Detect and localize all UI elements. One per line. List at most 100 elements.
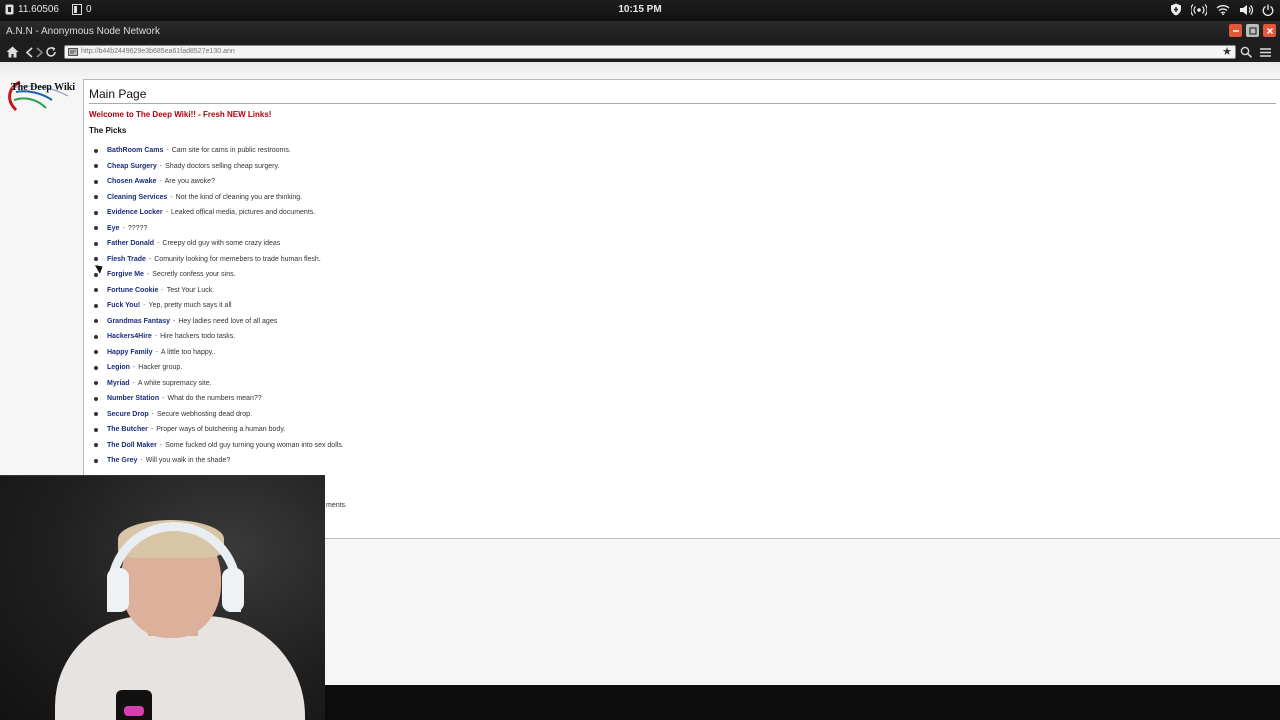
link-separator: - [159, 441, 163, 449]
link-description: Hire hackers todo tasks. [160, 333, 236, 341]
site-link[interactable]: Fortune Cookie [107, 287, 158, 294]
link-list-item: Cleaning Services - Not the kind of cleani… [90, 190, 344, 206]
title-divider [89, 103, 1276, 104]
reload-button[interactable] [43, 44, 59, 60]
minimize-icon [1232, 29, 1239, 32]
wifi-icon[interactable] [1216, 3, 1230, 16]
close-button[interactable] [1263, 24, 1276, 37]
link-description: Test Your Luck. [166, 286, 215, 294]
link-separator: - [159, 162, 163, 170]
home-button[interactable] [4, 44, 20, 60]
link-list-item: Myriad - A white supremacy site. [90, 376, 344, 392]
site-link[interactable]: Forgive Me [107, 271, 144, 278]
bullet-icon [94, 195, 98, 200]
site-link[interactable]: Chosen Awake [107, 178, 156, 185]
link-list-item: Evidence Locker - Leaked offical media, pi… [90, 205, 344, 221]
url-bar[interactable]: http://b44b2449629e3b685ea61fad8527e130.… [64, 45, 1236, 59]
link-separator: - [165, 209, 168, 217]
link-description: Not the kind of cleaning you are thinkin… [175, 193, 303, 201]
bullet-icon [94, 412, 98, 417]
link-list-item: Legion - Hacker group. [90, 360, 344, 376]
volume-icon[interactable] [1239, 3, 1253, 16]
site-icon [68, 48, 78, 61]
site-link[interactable]: Eye [107, 225, 119, 232]
site-link[interactable]: Legion [107, 364, 130, 371]
site-link[interactable]: Cheap Surgery [107, 163, 157, 170]
link-list-item: The Grey - Will you walk in the shade? [90, 453, 344, 469]
link-separator: - [150, 426, 154, 434]
link-list-item: Secure Drop - Secure webhosting dead drop. [90, 407, 344, 423]
power-icon[interactable] [1262, 3, 1274, 16]
deep-wiki-logo[interactable]: The Deep Wiki [6, 78, 76, 118]
link-separator: - [173, 317, 176, 325]
link-separator: - [154, 333, 158, 341]
search-icon [1240, 46, 1252, 58]
page-bottom-divider [325, 538, 1280, 539]
link-separator: - [132, 364, 136, 372]
site-link[interactable]: Flesh Trade [107, 256, 146, 263]
link-separator: - [166, 147, 169, 155]
url-text: http://b44b2449629e3b685ea61fad8527e130.… [81, 48, 235, 55]
bullet-icon [94, 272, 98, 277]
bullet-icon [94, 319, 98, 324]
site-link[interactable]: Evidence Locker [107, 209, 163, 216]
headphone-cup-right [222, 568, 244, 612]
link-list-item: Grandmas Fantasy - Hey ladies need love of… [90, 314, 344, 330]
site-link[interactable]: Secure Drop [107, 411, 149, 418]
link-separator: - [148, 255, 152, 263]
main-content: Main Page Welcome to The Deep Wiki!! - F… [83, 79, 1280, 539]
page-title: Main Page [89, 87, 147, 101]
link-separator: - [162, 395, 165, 403]
site-link[interactable]: Myriad [107, 380, 130, 387]
link-description: Secretly confess your sins. [152, 271, 236, 279]
link-separator: - [159, 178, 162, 186]
site-link[interactable]: Happy Family [107, 349, 153, 356]
site-link[interactable]: BathRoom Cams [107, 147, 163, 154]
bullet-icon [94, 396, 98, 401]
bullet-icon [94, 148, 98, 153]
logo-text: The Deep Wiki [11, 82, 76, 93]
link-description: Some fucked old guy turning young woman … [165, 441, 344, 449]
link-description: Comunity looking for memebers to trade h… [154, 255, 321, 263]
home-icon [6, 46, 18, 58]
page-header-decoration [0, 62, 1280, 80]
link-description: ????? [127, 224, 148, 232]
site-link[interactable]: The Butcher [107, 426, 148, 433]
bullet-icon [94, 241, 98, 246]
site-link[interactable]: Number Station [107, 395, 159, 402]
bullet-icon [94, 365, 98, 370]
site-link[interactable]: Grandmas Fantasy [107, 318, 170, 325]
site-link[interactable]: The Grey [107, 457, 137, 464]
link-description: Hacker group. [138, 364, 183, 372]
bullet-icon [94, 210, 98, 215]
bullet-icon [94, 164, 98, 169]
link-list-item: BathRoom Cams - Cam site for cams in publi… [90, 143, 344, 159]
site-link[interactable]: Cleaning Services [107, 194, 167, 201]
link-list-item: Fuck You! - Yep, pretty much says it all [90, 298, 344, 314]
search-button[interactable] [1238, 44, 1254, 60]
site-link[interactable]: Father Donald [107, 240, 154, 247]
system-clock: 10:15 PM [618, 4, 662, 15]
maximize-button[interactable] [1246, 24, 1259, 37]
bullet-icon [94, 303, 98, 308]
bullet-icon [94, 443, 98, 448]
bullet-icon [94, 226, 98, 231]
welcome-banner: Welcome to The Deep Wiki!! - Fresh NEW L… [89, 110, 272, 119]
site-link[interactable]: Fuck You! [107, 302, 140, 309]
menu-button[interactable] [1257, 44, 1273, 60]
minimize-button[interactable] [1229, 24, 1242, 37]
system-tray [1170, 3, 1274, 16]
browser-nav-bar: http://b44b2449629e3b685ea61fad8527e130.… [0, 42, 1280, 62]
link-separator: - [122, 224, 125, 232]
broadcast-icon[interactable] [1191, 3, 1207, 16]
link-list-item: The Doll Maker - Some fucked old guy turni… [90, 438, 344, 454]
site-link[interactable]: Hackers4Hire [107, 333, 152, 340]
hamburger-menu-icon [1259, 47, 1271, 57]
partial-text: ments. [326, 502, 348, 509]
window-title-bar[interactable]: A.N.N - Anonymous Node Network [0, 21, 1280, 42]
shield-icon[interactable] [1170, 3, 1182, 16]
bookmark-star-icon[interactable]: ★ [1222, 46, 1232, 58]
bullet-icon [94, 179, 98, 184]
link-list-item: The Butcher - Proper ways of butchering a … [90, 422, 344, 438]
site-link[interactable]: The Doll Maker [107, 442, 157, 449]
